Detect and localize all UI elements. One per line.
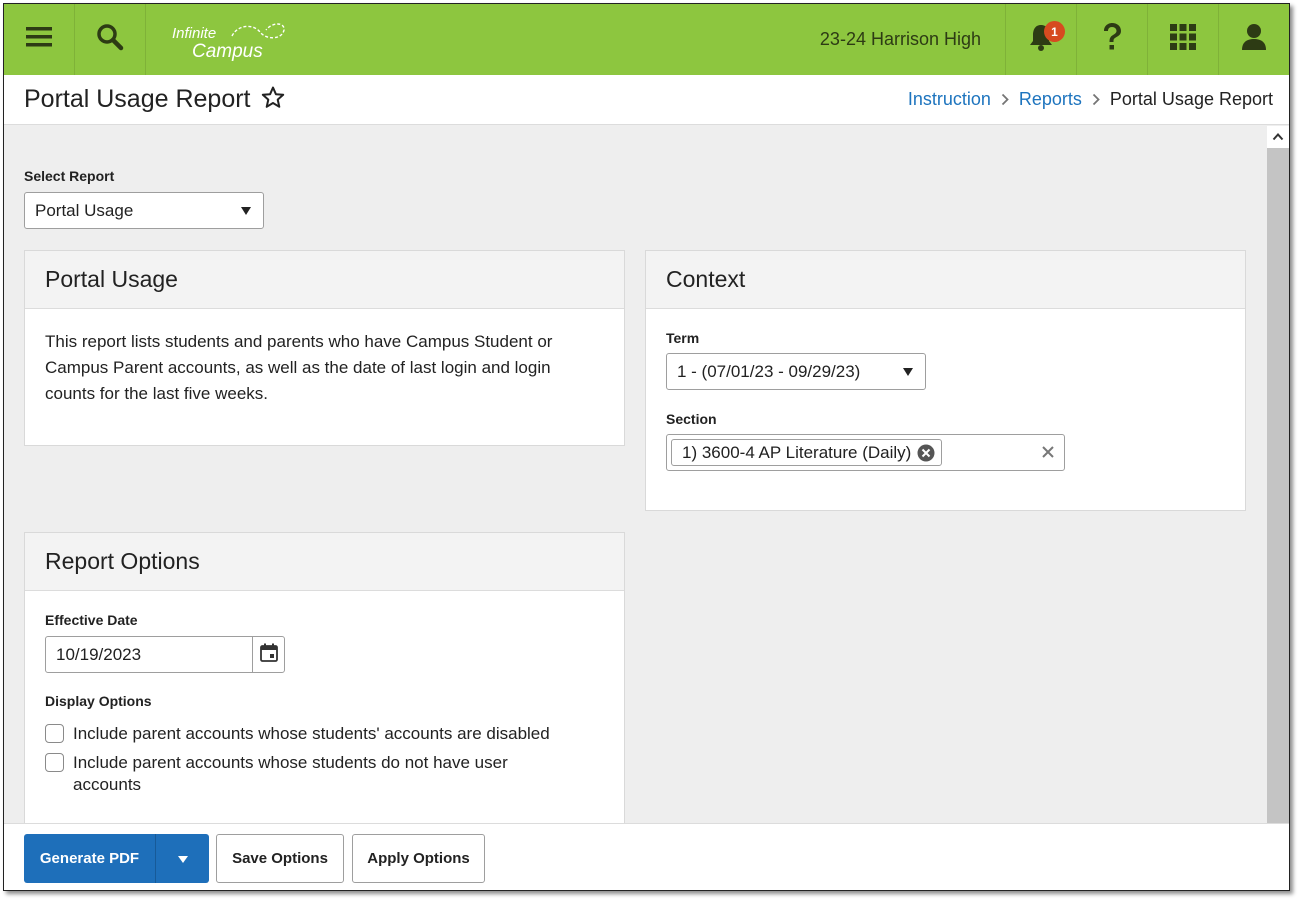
breadcrumb: Instruction Reports Portal Usage Report <box>908 89 1273 110</box>
clear-selection-icon[interactable] <box>1040 444 1056 465</box>
calendar-icon <box>259 643 278 667</box>
action-bar: Generate PDF Save Options Apply Options <box>4 823 1289 890</box>
generate-pdf-menu-button[interactable] <box>155 834 209 883</box>
select-report-dropdown[interactable]: Portal Usage <box>24 192 264 229</box>
caret-down-icon <box>177 850 188 867</box>
option-no-user-accounts-checkbox[interactable] <box>45 753 64 772</box>
display-options-label: Display Options <box>45 693 152 709</box>
svg-text:Infinite: Infinite <box>172 25 216 42</box>
infinite-campus-logo[interactable]: Infinite Campus <box>146 4 290 75</box>
apply-options-button[interactable]: Apply Options <box>352 834 485 883</box>
breadcrumb-reports[interactable]: Reports <box>1019 89 1082 110</box>
context-title: Context <box>646 251 1245 309</box>
term-label: Term <box>666 330 700 346</box>
help-button[interactable] <box>1076 4 1147 75</box>
breadcrumb-instruction[interactable]: Instruction <box>908 89 991 110</box>
apps-button[interactable] <box>1147 4 1218 75</box>
top-bar: Infinite Campus 23-24 Harrison High 1 <box>4 4 1289 75</box>
report-options-panel: Report Options Effective Date 10/19/2023… <box>24 532 625 832</box>
school-name[interactable]: 23-24 Harrison High <box>820 4 1005 75</box>
option-no-user-accounts-label: Include parent accounts whose students d… <box>73 753 508 794</box>
generate-pdf-button[interactable]: Generate PDF <box>24 834 155 883</box>
star-icon <box>261 86 285 114</box>
generate-pdf-split-button: Generate PDF <box>24 834 209 883</box>
chevron-right-icon <box>1001 93 1009 106</box>
menu-button[interactable] <box>4 4 75 75</box>
save-options-button[interactable]: Save Options <box>216 834 344 883</box>
portal-usage-title: Portal Usage <box>25 251 624 309</box>
question-mark-icon <box>1101 22 1123 57</box>
page-header: Portal Usage Report Instruction Reports … <box>4 75 1289 125</box>
effective-date-value: 10/19/2023 <box>56 644 142 664</box>
term-dropdown[interactable]: 1 - (07/01/23 - 09/29/23) <box>666 353 926 390</box>
notification-badge: 1 <box>1044 21 1065 42</box>
select-report-value: Portal Usage <box>35 200 134 220</box>
option-disabled-accounts[interactable]: Include parent accounts whose students' … <box>45 723 605 745</box>
portal-usage-description: This report lists students and parents w… <box>45 332 553 403</box>
scrollbar-thumb[interactable] <box>1267 148 1289 823</box>
search-icon <box>96 23 124 56</box>
notifications-button[interactable]: 1 <box>1005 4 1076 75</box>
option-disabled-accounts-checkbox[interactable] <box>45 724 64 743</box>
caret-down-icon <box>903 368 913 376</box>
section-label: Section <box>666 411 717 427</box>
user-account-button[interactable] <box>1218 4 1289 75</box>
portal-usage-panel: Portal Usage This report lists students … <box>24 250 625 446</box>
report-options-title: Report Options <box>25 533 624 591</box>
option-disabled-accounts-label: Include parent accounts whose students' … <box>73 724 550 743</box>
effective-date-input[interactable]: 10/19/2023 <box>45 636 285 673</box>
favorite-button[interactable] <box>261 86 285 114</box>
section-chip-label: 1) 3600-4 AP Literature (Daily) <box>682 442 912 462</box>
calendar-button[interactable] <box>252 637 284 672</box>
section-multiselect[interactable]: 1) 3600-4 AP Literature (Daily) <box>666 434 1065 471</box>
term-value: 1 - (07/01/23 - 09/29/23) <box>677 361 861 381</box>
select-report-label: Select Report <box>24 168 115 184</box>
user-icon <box>1241 23 1267 56</box>
svg-text:Campus: Campus <box>192 41 263 62</box>
app-window: Infinite Campus 23-24 Harrison High 1 Po… <box>3 3 1290 891</box>
chevron-right-icon <box>1092 93 1100 106</box>
option-no-user-accounts[interactable]: Include parent accounts whose students d… <box>45 752 545 796</box>
context-panel: Context Term 1 - (07/01/23 - 09/29/23) S… <box>645 250 1246 511</box>
effective-date-label: Effective Date <box>45 612 138 628</box>
scroll-up-icon[interactable] <box>1272 128 1284 146</box>
breadcrumb-current: Portal Usage Report <box>1109 89 1273 109</box>
hamburger-icon <box>26 26 52 53</box>
section-chip: 1) 3600-4 AP Literature (Daily) <box>671 439 943 466</box>
remove-chip-icon[interactable] <box>917 444 935 462</box>
caret-down-icon <box>241 207 251 215</box>
search-button[interactable] <box>75 4 146 75</box>
page-title: Portal Usage Report <box>24 85 251 113</box>
grid-icon <box>1170 24 1196 55</box>
